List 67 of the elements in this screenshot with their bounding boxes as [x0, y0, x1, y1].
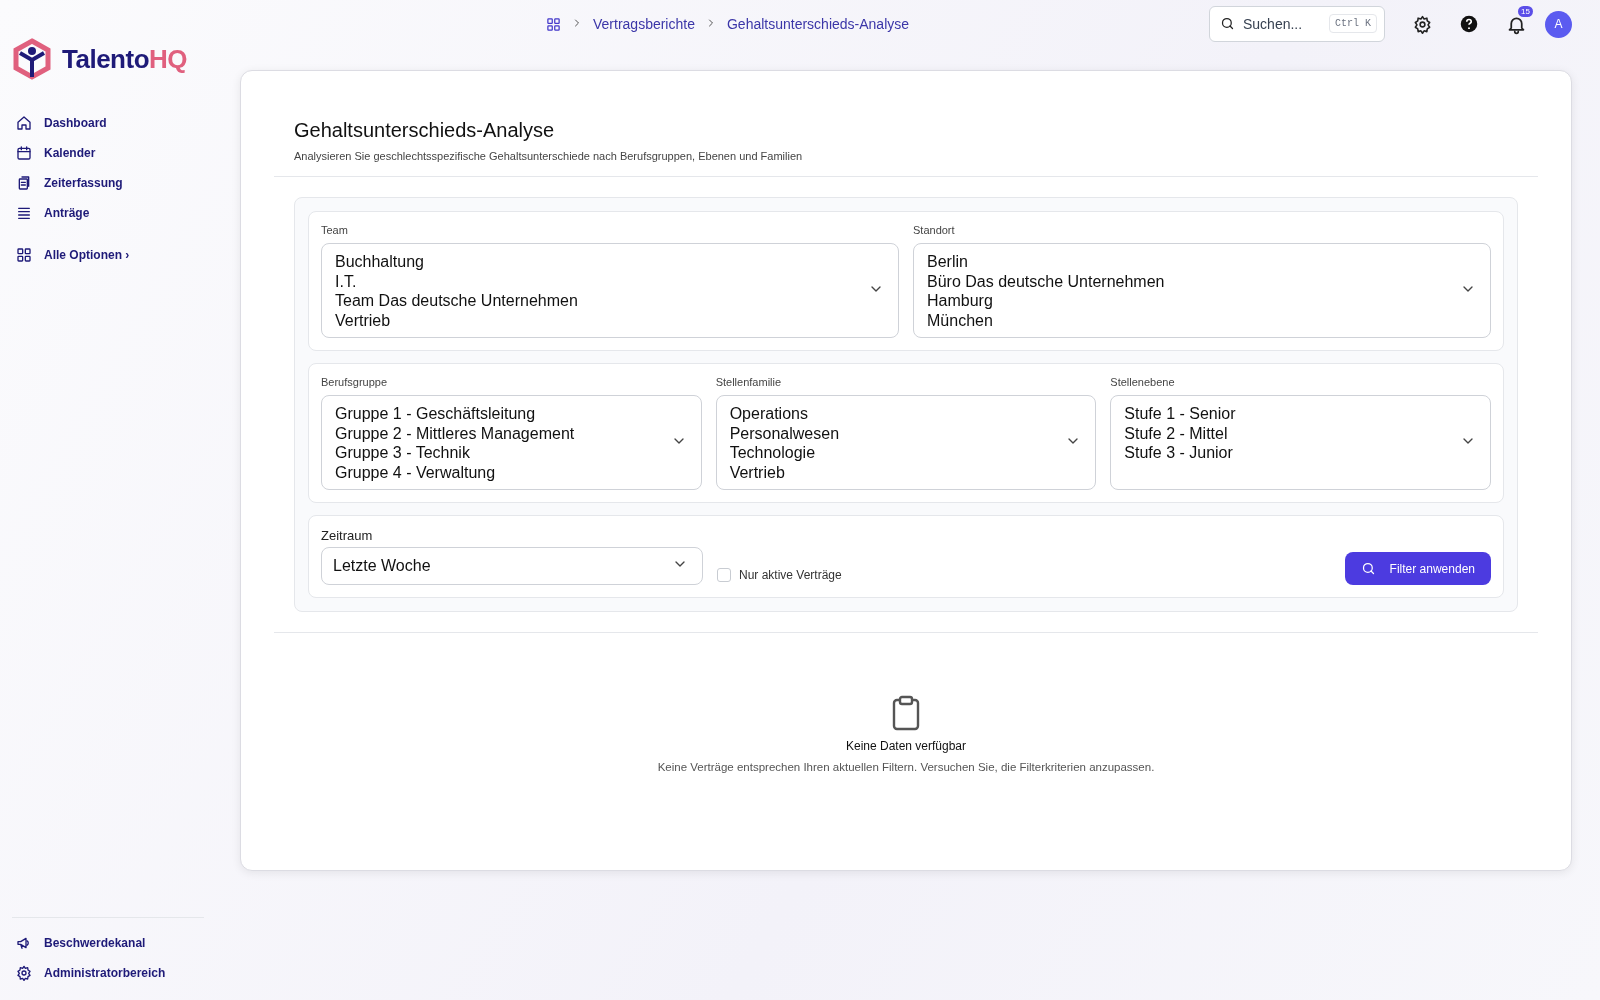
- multi-select[interactable]: Buchhaltung I.T. Team Das deutsche Unternehmen Vertrieb: [321, 243, 899, 338]
- option[interactable]: Personalwesen: [729, 423, 1066, 443]
- option[interactable]: Gruppe 1 - Geschäftsleitung: [335, 404, 671, 424]
- option[interactable]: Operations: [729, 404, 1066, 424]
- nav-link[interactable]: Zeiterfassung: [12, 168, 210, 198]
- multi-select[interactable]: Stufe 1 - Senior Stufe 2 - Mittel Stufe 3 - Junior: [1110, 395, 1491, 490]
- field-label: Standort: [913, 224, 956, 236]
- shortcut-hint: Ctrl K: [1329, 14, 1377, 33]
- settings-icon: [1413, 14, 1432, 34]
- option[interactable]: München: [927, 310, 1460, 330]
- documents-icon: [16, 175, 32, 191]
- option[interactable]: Gruppe 2 - Mittleres Management: [335, 423, 671, 443]
- calendar-icon: [16, 145, 32, 161]
- help-button[interactable]: [1460, 15, 1478, 33]
- nav-link[interactable]: Beschwerdekanal: [12, 928, 210, 958]
- page-subtitle: Analysieren Sie geschlechtsspezifische Gehaltsunterschiede nach Berufsgruppen, Ebenen und Familien: [294, 150, 804, 162]
- clipboard-icon: [891, 695, 921, 731]
- option[interactable]: Team Das deutsche Unternehmen: [335, 291, 868, 311]
- option[interactable]: Technologie: [729, 443, 1066, 463]
- field-label: Stellenebene: [1110, 376, 1176, 388]
- multi-select[interactable]: Berlin Büro Das deutsche Unternehmen Hamburg München: [913, 243, 1491, 338]
- breadcrumb-link[interactable]: Gehaltsunterschieds-Analyse: [726, 16, 910, 32]
- search-icon: [1220, 16, 1235, 31]
- multi-select[interactable]: Gruppe 1 - Geschäftsleitung Gruppe 2 - Mittleres Management Gruppe 3 - Technik Gruppe 4 - Verwaltung: [321, 395, 702, 490]
- option[interactable]: Vertrieb: [335, 310, 868, 330]
- field-label: Stellenfamilie: [715, 376, 783, 388]
- option[interactable]: Gruppe 3 - Technik: [335, 443, 671, 463]
- settings-button[interactable]: [1413, 14, 1432, 34]
- period-select[interactable]: Letzte Woche: [321, 547, 703, 585]
- nav-link[interactable]: Administratorbereich: [12, 958, 210, 988]
- option[interactable]: Vertrieb: [729, 462, 1066, 482]
- apply-filter-button[interactable]: Filter anwenden: [1344, 552, 1491, 585]
- checkbox-label: Nur aktive Verträge: [739, 568, 842, 582]
- all-options-link[interactable]: Alle Optionen ›: [12, 240, 210, 270]
- logo-icon: [12, 38, 52, 80]
- nav-link[interactable]: Anträge: [12, 198, 210, 228]
- grid-icon: [546, 16, 561, 32]
- search-icon: [1360, 561, 1376, 576]
- option[interactable]: Stufe 2 - Mittel: [1124, 423, 1460, 443]
- grid-icon: [16, 247, 32, 263]
- avatar[interactable]: A: [1545, 10, 1572, 38]
- nav-link[interactable]: Kalender: [12, 138, 210, 168]
- gear-icon: [16, 965, 32, 981]
- list-icon: [16, 205, 32, 221]
- field-label: Berufsgruppe: [321, 376, 389, 388]
- nav-link[interactable]: Dashboard: [12, 108, 210, 138]
- logo-text: TalentoHQ: [62, 43, 188, 75]
- notification-badge: 15: [1518, 5, 1533, 17]
- option[interactable]: I.T.: [335, 271, 868, 291]
- option[interactable]: Stufe 1 - Senior: [1124, 404, 1460, 424]
- breadcrumb-link[interactable]: Vertragsberichte: [593, 16, 695, 32]
- field-label: Team: [321, 224, 349, 236]
- page-title: Gehaltsunterschieds-Analyse: [294, 119, 556, 142]
- option[interactable]: Stufe 3 - Junior: [1124, 443, 1460, 463]
- empty-message: Keine Verträge entsprechen Ihren aktuellen Filtern. Versuchen Sie, die Filterkriterien anzupassen.: [657, 761, 1155, 773]
- option[interactable]: Büro Das deutsche Unternehmen: [927, 271, 1460, 291]
- home-icon: [16, 115, 32, 131]
- checkbox[interactable]: [717, 568, 731, 582]
- field-label: Zeitraum: [321, 528, 374, 543]
- option[interactable]: Buchhaltung: [335, 252, 868, 272]
- megaphone-icon: [16, 935, 32, 951]
- option[interactable]: Berlin: [927, 252, 1460, 272]
- option[interactable]: Hamburg: [927, 291, 1460, 311]
- empty-title: Keine Daten verfügbar: [845, 739, 967, 753]
- multi-select[interactable]: Operations Personalwesen Technologie Vertrieb: [715, 395, 1097, 490]
- help-icon: [1460, 15, 1478, 33]
- option[interactable]: Gruppe 4 - Verwaltung: [335, 462, 671, 482]
